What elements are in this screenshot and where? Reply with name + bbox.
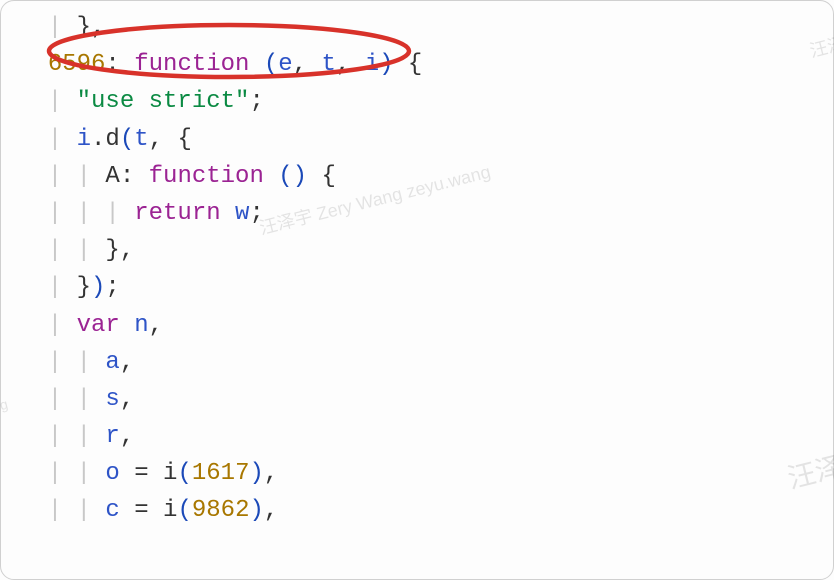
token-comma: ,: [91, 9, 105, 46]
token-brace: }: [105, 232, 119, 269]
token-colon: :: [105, 46, 119, 83]
token-brace: {: [177, 121, 191, 158]
token-paren: ): [91, 269, 105, 306]
token-brace: {: [321, 158, 335, 195]
token-comma: ,: [336, 46, 350, 83]
code-line: | | o = i(1617),: [19, 455, 815, 492]
code-line: | | c = i(9862),: [19, 492, 815, 529]
token-equals: =: [134, 492, 148, 529]
token-number: 1617: [192, 455, 250, 492]
token-ident: t: [321, 46, 335, 83]
code-line: | | A: function () {: [19, 158, 815, 195]
token-colon: :: [120, 158, 134, 195]
token-number: 9862: [192, 492, 250, 529]
token-call: i: [163, 455, 177, 492]
token-semi: ;: [249, 83, 263, 120]
token-semi: ;: [105, 269, 119, 306]
code-line: | | },: [19, 232, 815, 269]
token-prop: A: [105, 158, 119, 195]
token-comma: ,: [120, 344, 134, 381]
token-ident: e: [278, 46, 292, 83]
token-comma: ,: [120, 418, 134, 455]
token-paren: ): [379, 46, 393, 83]
code-line: | },: [19, 9, 815, 46]
token-semi: ;: [249, 195, 263, 232]
code-line: | | s,: [19, 381, 815, 418]
token-brace: }: [77, 269, 91, 306]
token-ident: n: [134, 307, 148, 344]
token-keyword: var: [77, 307, 120, 344]
token-comma: ,: [264, 455, 278, 492]
token-comma: ,: [293, 46, 307, 83]
token-comma: ,: [120, 381, 134, 418]
token-ident: r: [105, 418, 119, 455]
token-ident: t: [134, 121, 148, 158]
token-string: "use strict": [77, 83, 250, 120]
token-comma: ,: [264, 492, 278, 529]
token-brace: }: [77, 9, 91, 46]
token-ident: i: [77, 121, 91, 158]
token-ident: o: [105, 455, 119, 492]
token-paren: ): [249, 492, 263, 529]
code-line: | });: [19, 269, 815, 306]
code-line-highlighted: 6596: function (e, t, i) {: [19, 46, 815, 83]
token-ident: s: [105, 381, 119, 418]
token-keyword: function: [134, 46, 249, 83]
token-brace: {: [408, 46, 422, 83]
token-ident: c: [105, 492, 119, 529]
token-number: 6596: [48, 46, 106, 83]
token-comma: ,: [120, 232, 134, 269]
token-comma: ,: [149, 121, 163, 158]
code-line: | var n,: [19, 307, 815, 344]
token-ident: a: [105, 344, 119, 381]
token-paren: (: [264, 46, 278, 83]
token-ident: i: [365, 46, 379, 83]
code-line: | | | return w;: [19, 195, 815, 232]
code-line: | i.d(t, {: [19, 121, 815, 158]
token-keyword: function: [149, 158, 264, 195]
token-paren: ): [293, 158, 307, 195]
token-paren: ): [249, 455, 263, 492]
token-paren: (: [177, 492, 191, 529]
token-paren: (: [278, 158, 292, 195]
code-line: | "use strict";: [19, 83, 815, 120]
code-line: | | a,: [19, 344, 815, 381]
token-keyword: return: [134, 195, 220, 232]
token-equals: =: [134, 455, 148, 492]
token-dot: .: [91, 121, 105, 158]
code-line: | | r,: [19, 418, 815, 455]
token-call: i: [163, 492, 177, 529]
token-paren: (: [120, 121, 134, 158]
code-block: | }, 6596: function (e, t, i) { | "use s…: [1, 1, 833, 538]
token-method: d: [105, 121, 119, 158]
token-paren: (: [177, 455, 191, 492]
token-comma: ,: [149, 307, 163, 344]
token-ident: w: [235, 195, 249, 232]
